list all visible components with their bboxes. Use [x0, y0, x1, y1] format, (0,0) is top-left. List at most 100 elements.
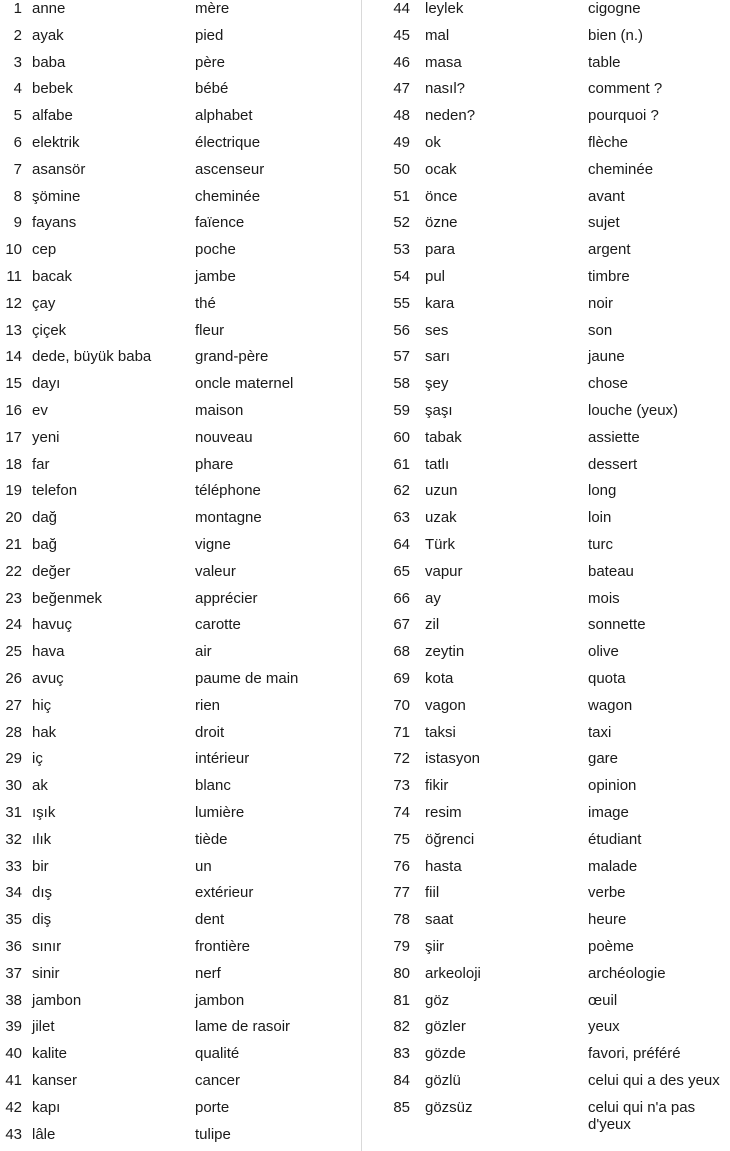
french-translation: œuil	[588, 991, 618, 1009]
entry-number: 67	[393, 616, 410, 634]
french-translation: opinion	[588, 777, 637, 795]
turkish-word: çay	[32, 294, 56, 312]
french-translation: intérieur	[195, 750, 250, 768]
turkish-word: ev	[32, 402, 48, 419]
entry-number: 62	[393, 482, 410, 500]
column-divider	[361, 0, 362, 1151]
entry-number: 4	[13, 80, 22, 98]
french-translation: un	[195, 857, 212, 875]
turkish-word: şömine	[32, 187, 81, 205]
turkish-word: ok	[425, 134, 441, 151]
turkish-word: telefon	[32, 482, 78, 500]
vocabulary-row: 56 ses son	[363, 322, 730, 344]
french-translation: bébé	[195, 80, 229, 98]
french-translation: frontière	[195, 938, 251, 955]
entry-number: 14	[5, 348, 22, 366]
french-translation: dessert	[588, 455, 638, 473]
vocabulary-row: 46 masa table	[363, 54, 730, 76]
turkish-word: vagon	[425, 696, 466, 714]
french-translation: phare	[195, 455, 234, 473]
turkish-word: leylek	[425, 0, 464, 17]
french-translation: tulipe	[195, 1125, 231, 1143]
french-translation: mère	[195, 0, 230, 17]
entry-number: 11	[6, 268, 22, 285]
vocabulary-row: 58 şey chose	[363, 375, 730, 397]
french-translation: archéologie	[588, 964, 666, 982]
french-translation: verbe	[588, 884, 626, 902]
entry-number: 27	[5, 696, 22, 714]
entry-number: 34	[5, 884, 22, 902]
french-translation: assiette	[588, 428, 640, 446]
turkish-word: şey	[425, 375, 449, 393]
french-translation: heure	[588, 911, 627, 929]
entry-number: 47	[393, 80, 410, 98]
entry-number: 22	[5, 562, 22, 580]
turkish-word: istasyon	[425, 750, 481, 768]
turkish-word: öğrenci	[425, 830, 475, 848]
french-translation: droit	[195, 723, 225, 741]
french-translation: yeux	[588, 1018, 620, 1036]
turkish-word: gözde	[425, 1045, 466, 1063]
french-translation: taxi	[588, 723, 612, 741]
vocabulary-row: 27 hiç rien	[0, 697, 362, 719]
turkish-word: kota	[425, 670, 454, 687]
turkish-word: şaşı	[425, 402, 453, 419]
turkish-word: ocak	[425, 160, 457, 178]
vocabulary-row: 9 fayans faïence	[0, 214, 362, 236]
vocabulary-row: 75 öğrenci étudiant	[363, 831, 730, 853]
turkish-word: jilet	[32, 1018, 55, 1036]
french-translation: vigne	[195, 536, 231, 553]
vocabulary-row: 50 ocak cheminée	[363, 161, 730, 183]
entry-number: 41	[5, 1072, 22, 1089]
turkish-word: baba	[32, 53, 66, 71]
vocabulary-row: 79 şiir poème	[363, 938, 730, 960]
vocabulary-row: 57 sarı jaune	[363, 348, 730, 370]
entry-number: 2	[13, 26, 22, 44]
french-translation: oncle maternel	[195, 375, 294, 393]
french-translation: cancer	[195, 1072, 241, 1089]
vocabulary-row: 19 telefon téléphone	[0, 482, 362, 504]
entry-number: 6	[13, 134, 22, 151]
french-translation: alphabet	[195, 107, 253, 125]
french-translation: blanc	[195, 777, 231, 795]
vocabulary-row: 71 taksi taxi	[363, 724, 730, 746]
turkish-word: anne	[32, 0, 66, 17]
vocabulary-row: 36 sınır frontière	[0, 938, 362, 960]
vocabulary-row: 41 kanser cancer	[0, 1072, 362, 1094]
entry-number: 10	[5, 241, 22, 259]
french-translation: pied	[195, 26, 224, 44]
entry-number: 65	[393, 562, 410, 580]
entry-number: 72	[393, 750, 410, 768]
turkish-word: gözlü	[425, 1072, 461, 1089]
entry-number: 26	[5, 670, 22, 687]
vocabulary-row: 26 avuç paume de main	[0, 670, 362, 692]
french-translation: turc	[588, 536, 614, 553]
french-translation: jaune	[588, 348, 625, 366]
entry-number: 77	[393, 884, 410, 902]
entry-number: 68	[393, 643, 410, 661]
turkish-word: fayans	[32, 214, 77, 232]
french-translation: comment ?	[588, 80, 663, 98]
turkish-word: ak	[32, 777, 48, 795]
entry-number: 42	[5, 1098, 22, 1116]
entry-number: 36	[5, 938, 22, 955]
turkish-word: taksi	[425, 723, 456, 741]
entry-number: 53	[393, 241, 410, 259]
vocabulary-row: 68 zeytin olive	[363, 643, 730, 665]
french-translation: téléphone	[195, 482, 261, 500]
turkish-word: jambon	[32, 991, 82, 1009]
entry-number: 55	[393, 294, 410, 312]
vocabulary-row: 15 dayı oncle maternel	[0, 375, 362, 397]
turkish-word: para	[425, 241, 456, 259]
french-translation: nerf	[195, 964, 221, 982]
turkish-word: bağ	[32, 536, 58, 553]
vocabulary-row: 7 asansör ascenseur	[0, 161, 362, 183]
turkish-word: asansör	[32, 160, 86, 178]
french-translation: grand-père	[195, 348, 269, 366]
vocabulary-row: 10 cep poche	[0, 241, 362, 263]
vocabulary-row: 29 iç intérieur	[0, 750, 362, 772]
french-translation: lame de rasoir	[195, 1018, 291, 1036]
vocabulary-row: 44 leylek cigogne	[363, 0, 730, 22]
french-translation: cigogne	[588, 0, 641, 17]
vocabulary-row: 21 bağ vigne	[0, 536, 362, 558]
